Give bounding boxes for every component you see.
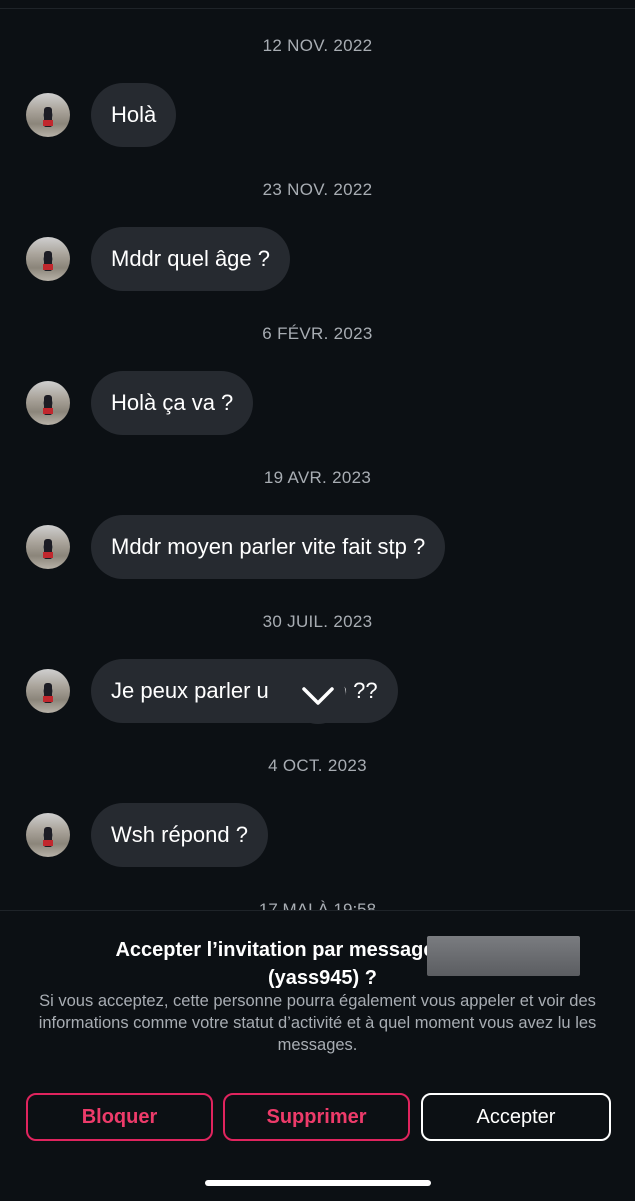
avatar[interactable] [26,525,70,569]
avatar[interactable] [26,669,70,713]
avatar[interactable] [26,93,70,137]
avatar[interactable] [26,381,70,425]
message-bubble[interactable]: Mddr quel âge ? [91,227,290,291]
date-separator: 4 OCT. 2023 [268,756,367,775]
date-separator: 12 NOV. 2022 [262,36,373,55]
message-bubble[interactable]: Holà [91,83,177,147]
date-separator: 30 JUIL. 2023 [262,612,373,631]
chevron-down-icon [302,687,334,705]
delete-button[interactable]: Supprimer [223,1093,410,1141]
block-button[interactable]: Bloquer [26,1093,213,1141]
accept-button[interactable]: Accepter [421,1093,611,1141]
message-bubble[interactable]: Mddr moyen parler vite fait stp ? [91,515,446,579]
avatar[interactable] [26,813,70,857]
invite-description: Si vous acceptez, cette personne pourra … [38,992,597,1054]
date-separator-partial: 17 MAI À 19:58 [258,900,377,910]
message-bubble[interactable]: Holà ça va ? [91,371,254,435]
date-separator: 19 AVR. 2023 [263,468,372,487]
home-indicator[interactable] [205,1180,431,1186]
message-row: Holà [0,81,635,147]
message-row: Mddr quel âge ? [0,225,635,291]
scroll-to-bottom-button[interactable] [290,668,346,724]
date-separator: 6 FÉVR. 2023 [262,324,373,343]
header-divider [0,8,635,9]
message-row: Mddr moyen parler vite fait stp ? [0,513,635,579]
message-bubble[interactable]: Je peux parler u stp ?? [91,659,398,723]
message-row: Holà ça va ? [0,369,635,435]
date-separator: 23 NOV. 2022 [262,180,373,199]
message-bubble[interactable]: Wsh répond ? [91,803,268,867]
avatar[interactable] [26,237,70,281]
redacted-username [427,936,580,976]
message-row: Wsh répond ? [0,801,635,867]
